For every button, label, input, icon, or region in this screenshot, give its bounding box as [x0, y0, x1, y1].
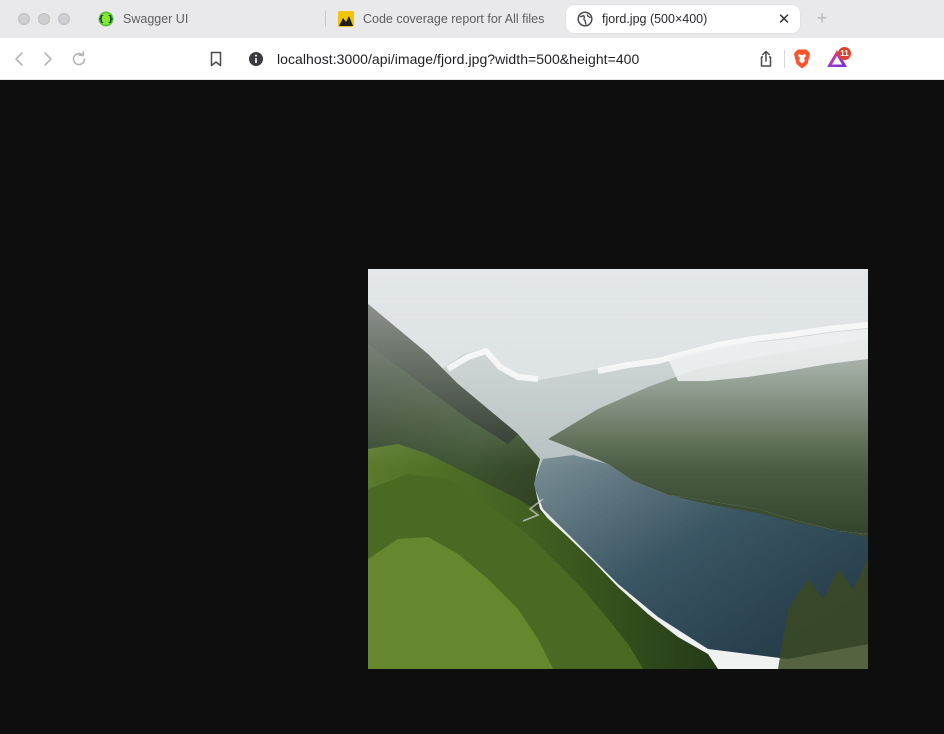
forward-icon[interactable] [38, 49, 58, 69]
close-icon[interactable]: ✕ [776, 11, 792, 28]
share-icon[interactable] [756, 49, 776, 69]
tab-separator [325, 11, 326, 27]
plus-icon[interactable]: + [812, 9, 832, 29]
close-window-button[interactable] [18, 13, 30, 25]
tab-fjord-image[interactable]: fjord.jpg (500×400) ✕ [566, 5, 800, 33]
fjord-image[interactable] [368, 269, 868, 669]
brave-shields-icon[interactable] [792, 48, 812, 70]
info-icon[interactable] [248, 51, 264, 67]
tab-code-coverage[interactable]: Code coverage report for All files [338, 5, 560, 33]
svg-text:{ }: { } [98, 15, 114, 25]
coverage-icon [338, 11, 354, 27]
minimize-window-button[interactable] [38, 13, 50, 25]
tab-strip: { } Swagger UI Code coverage report for … [0, 0, 944, 38]
zoom-window-button[interactable] [58, 13, 70, 25]
rewards-badge: 11 [838, 47, 851, 60]
swagger-icon: { } [98, 11, 114, 27]
back-icon[interactable] [9, 49, 29, 69]
tab-swagger-ui[interactable]: { } Swagger UI [98, 5, 318, 33]
url-text[interactable]: localhost:3000/api/image/fjord.jpg?width… [277, 51, 639, 67]
toolbar-divider [784, 50, 785, 68]
image-viewer [0, 80, 944, 734]
browser-window: { } Swagger UI Code coverage report for … [0, 0, 944, 734]
tab-title: Swagger UI [123, 12, 189, 26]
tab-title: Code coverage report for All files [363, 12, 545, 26]
tab-title: fjord.jpg (500×400) [602, 12, 708, 26]
toolbar: localhost:3000/api/image/fjord.jpg?width… [0, 38, 944, 80]
fjord-photo [368, 269, 868, 669]
reload-icon[interactable] [69, 49, 89, 69]
globe-icon [577, 11, 593, 27]
bookmark-icon[interactable] [206, 49, 226, 69]
